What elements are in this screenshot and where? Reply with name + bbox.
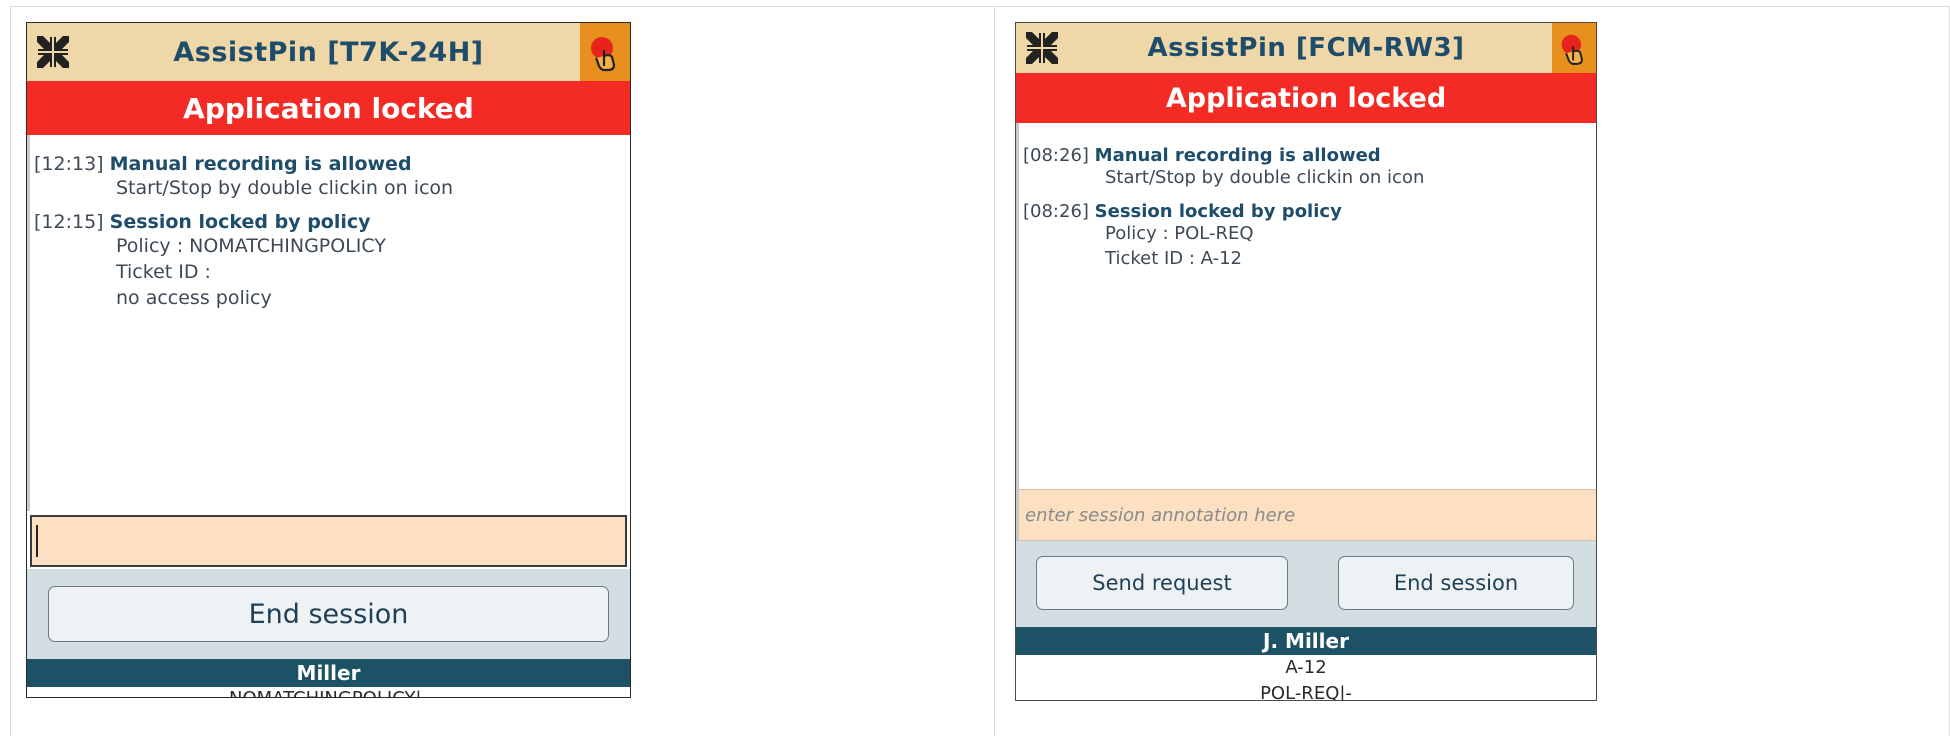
application-locked-banner: Application locked [1016, 73, 1596, 123]
log-entry: [12:13] Manual recording is allowed Star… [34, 153, 453, 201]
assistpin-window-left: AssistPin [T7K-24H] Application locked [… [26, 22, 631, 698]
text-caret [36, 525, 38, 557]
log-entry: [08:26] Session locked by policy Policy … [1023, 201, 1342, 272]
title-bar: AssistPin [FCM-RW3] [1016, 23, 1596, 73]
log-entry: [08:26] Manual recording is allowed Star… [1023, 145, 1424, 191]
log-entry-detail: Policy : POL-REQ [1105, 223, 1254, 244]
log-timestamp: [08:26] [1023, 145, 1089, 166]
log-timestamp: [12:13] [34, 153, 104, 175]
window-title: AssistPin [T7K-24H] [173, 36, 484, 68]
log-entry-detail: Policy : NOMATCHINGPOLICY [116, 235, 386, 257]
log-entry-detail: Start/Stop by double clickin on icon [1105, 167, 1425, 188]
annotation-input[interactable] [32, 517, 625, 565]
session-annotation-field[interactable] [1016, 489, 1596, 541]
assistpin-window-right: AssistPin [FCM-RW3] Application locked [… [1015, 22, 1597, 701]
send-request-button[interactable]: Send request [1036, 556, 1288, 610]
end-session-button[interactable]: End session [48, 586, 609, 642]
log-entry-title: Session locked by policy [109, 211, 371, 233]
log-entry-title: Manual recording is allowed [109, 153, 412, 175]
user-name-bar: Miller [27, 659, 630, 687]
button-area: Send request End session [1016, 541, 1596, 627]
log-entry-title: Manual recording is allowed [1094, 145, 1381, 166]
title-bar: AssistPin [T7K-24H] [27, 23, 630, 81]
log-entry-detail: Ticket ID : A-12 [1105, 247, 1242, 269]
shrink-arrows-icon[interactable] [35, 34, 71, 70]
annotation-input[interactable] [1019, 490, 1596, 540]
log-entry-detail: Start/Stop by double clickin on icon [116, 177, 454, 199]
recording-hand-icon[interactable] [580, 23, 630, 81]
application-locked-banner: Application locked [27, 81, 630, 135]
recording-hand-icon[interactable] [1552, 23, 1596, 73]
policy-footer: POL-REQ|- [1016, 681, 1596, 700]
log-entry: [12:15] Session locked by policy Policy … [34, 211, 386, 312]
button-area: End session [27, 569, 630, 659]
user-name-bar: J. Miller [1016, 627, 1596, 655]
window-title: AssistPin [FCM-RW3] [1147, 33, 1465, 63]
log-timestamp: [12:15] [34, 211, 104, 233]
end-session-button[interactable]: End session [1338, 556, 1574, 610]
log-entry-title: Session locked by policy [1094, 201, 1342, 222]
event-log: [12:13] Manual recording is allowed Star… [27, 135, 630, 511]
log-timestamp: [08:26] [1023, 201, 1089, 222]
log-entry-detail: no access policy [116, 287, 272, 310]
session-annotation-field[interactable] [30, 515, 627, 567]
shrink-arrows-icon[interactable] [1024, 30, 1060, 66]
policy-footer: NOMATCHINGPOLICY|- [27, 687, 630, 697]
event-log: [08:26] Manual recording is allowed Star… [1016, 123, 1596, 489]
log-entry-detail: Ticket ID : [116, 261, 211, 284]
ticket-footer: A-12 [1016, 655, 1596, 681]
